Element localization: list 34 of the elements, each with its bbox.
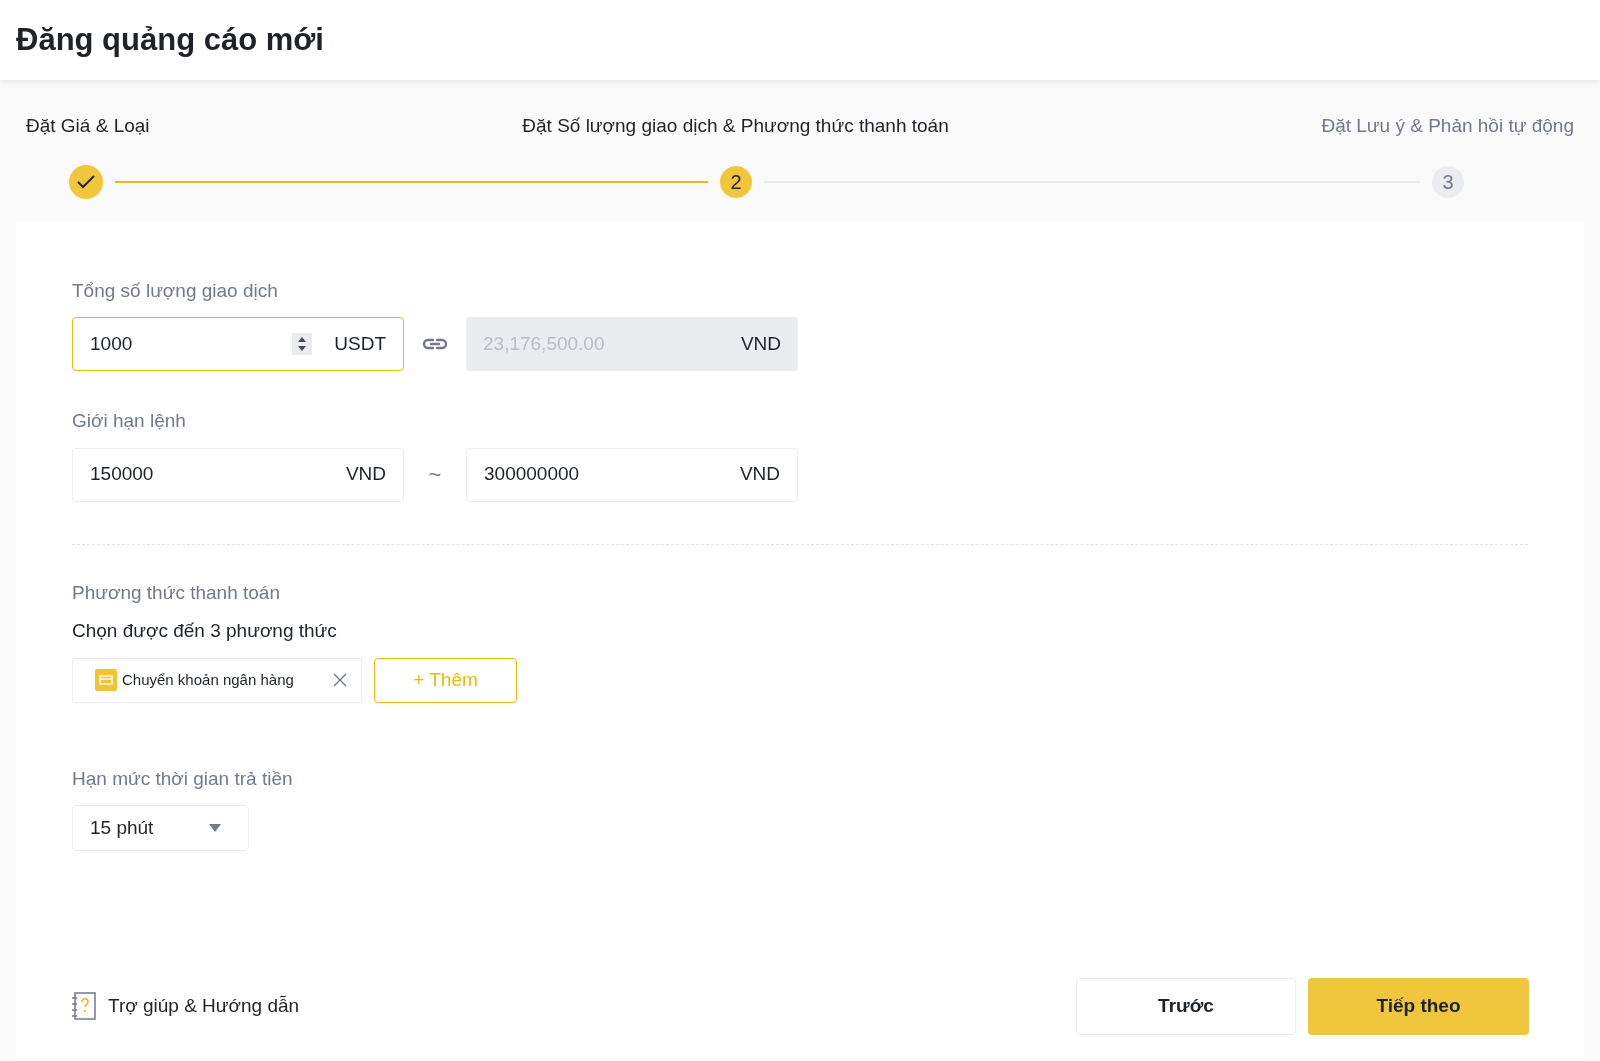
- step-number: 3: [1432, 165, 1464, 198]
- help-link[interactable]: Trợ giúp & Hướng dẫn: [72, 991, 300, 1021]
- payment-hint: Chọn được đến 3 phương thức: [72, 619, 337, 643]
- unit-label: VND: [345, 462, 386, 487]
- step-done-icon: [69, 164, 103, 199]
- card-icon: [95, 669, 117, 691]
- payment-method-name: Chuyển khoản ngân hàng: [122, 669, 294, 690]
- field-label: Hạn mức thời gian trả tiền: [72, 766, 293, 791]
- step-label: Đặt Giá & Loại: [26, 114, 150, 138]
- step-number: 2: [720, 165, 752, 198]
- back-button[interactable]: Trước: [1076, 977, 1296, 1035]
- field-label: Phương thức thanh toán: [72, 580, 280, 605]
- page-title: Đăng quảng cáo mới: [16, 20, 324, 59]
- time-limit-select[interactable]: 15 phút: [72, 805, 249, 851]
- unit-label: VND: [740, 331, 781, 356]
- step-label: Đặt Số lượng giao dịch & Phương thức thanh toán: [522, 114, 949, 138]
- range-separator: ~: [427, 461, 443, 489]
- limit-value[interactable]: 150000: [90, 460, 346, 489]
- limit-value[interactable]: 300000000: [484, 460, 740, 489]
- amount-input[interactable]: 1000 USDT: [72, 317, 404, 371]
- link-icon: [422, 337, 448, 351]
- caret-icon: [209, 824, 221, 832]
- limit-input[interactable]: 150000 VND: [72, 447, 404, 502]
- stepper-icon[interactable]: [292, 333, 313, 355]
- field-label: Giới hạn lệnh: [72, 409, 186, 433]
- field-label: Tổng số lượng giao dịch: [72, 278, 278, 303]
- close-icon[interactable]: [333, 673, 347, 687]
- amount-value[interactable]: 1000: [90, 329, 293, 359]
- step-label: Đặt Lưu ý & Phản hồi tự động: [1321, 114, 1574, 138]
- limit-input[interactable]: 300000000 VND: [466, 447, 798, 502]
- unit-label: USDT: [334, 331, 386, 356]
- help-icon: [72, 992, 96, 1020]
- unit-label: VND: [739, 462, 780, 487]
- next-button[interactable]: Tiếp theo: [1308, 977, 1529, 1035]
